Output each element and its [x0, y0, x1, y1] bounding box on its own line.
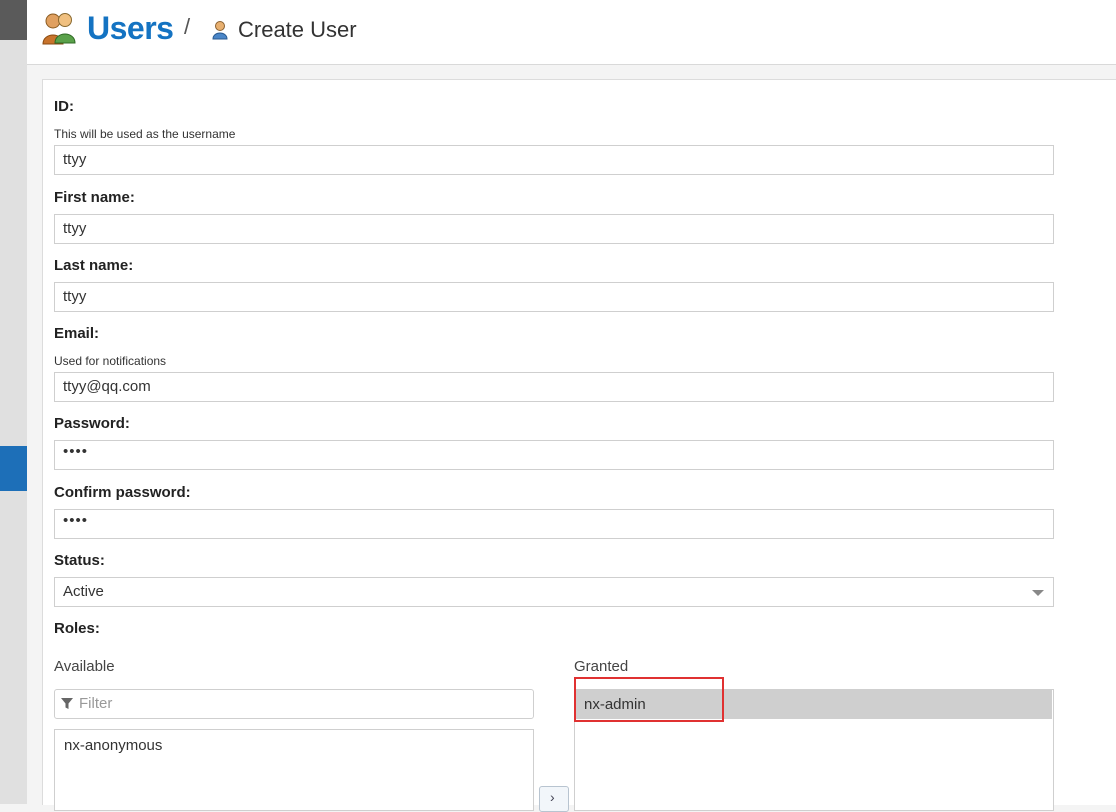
confirm-password-label: Confirm password: [54, 484, 191, 501]
email-field-value: ttyy@qq.com [63, 378, 151, 395]
sidebar-top-block [0, 0, 27, 40]
status-select[interactable]: Active [54, 577, 1054, 607]
users-icon [42, 13, 76, 45]
last-name-label: Last name: [54, 257, 134, 274]
id-field-value: ttyy [63, 151, 87, 168]
confirm-password-field-value: •••• [63, 512, 89, 529]
roles-filter-placeholder: Filter [79, 695, 113, 712]
password-label: Password: [54, 415, 130, 432]
page-title[interactable]: Users [87, 10, 174, 47]
create-user-form: ID: This will be used as the username tt… [42, 79, 1116, 812]
email-label: Email: [54, 325, 100, 342]
granted-roles-heading: Granted [574, 658, 629, 675]
page-header: Users / Create User [27, 0, 1116, 65]
roles-filter-input[interactable]: Filter [54, 689, 534, 719]
status-label: Status: [54, 552, 105, 569]
user-icon [212, 21, 228, 40]
filter-icon [61, 698, 73, 709]
available-role-item[interactable]: nx-anonymous [64, 737, 162, 754]
breadcrumb-separator: / [184, 14, 191, 39]
last-name-field-value: ttyy [63, 288, 87, 305]
email-field[interactable]: ttyy@qq.com [54, 372, 1054, 402]
last-name-field[interactable]: ttyy [54, 282, 1054, 312]
move-right-button[interactable]: › [539, 786, 569, 812]
id-field[interactable]: ttyy [54, 145, 1054, 175]
confirm-password-field[interactable]: •••• [54, 509, 1054, 539]
first-name-label: First name: [54, 189, 135, 206]
highlight-annotation [574, 677, 724, 722]
chevron-right-icon: › [550, 789, 555, 805]
id-help-text: This will be used as the username [54, 127, 236, 141]
password-field-value: •••• [63, 443, 89, 460]
email-help-text: Used for notifications [54, 354, 167, 368]
available-roles-heading: Available [54, 658, 115, 675]
id-label: ID: [54, 98, 74, 115]
roles-label: Roles: [54, 620, 100, 637]
status-select-value: Active [63, 583, 104, 600]
password-field[interactable]: •••• [54, 440, 1054, 470]
first-name-field[interactable]: ttyy [54, 214, 1054, 244]
first-name-field-value: ttyy [63, 220, 87, 237]
available-roles-list[interactable]: nx-anonymous [54, 729, 534, 811]
breadcrumb-current: Create User [238, 17, 357, 42]
sidebar-active-indicator[interactable] [0, 446, 27, 491]
chevron-down-icon [1032, 590, 1044, 596]
left-sidebar-strip [0, 0, 27, 804]
